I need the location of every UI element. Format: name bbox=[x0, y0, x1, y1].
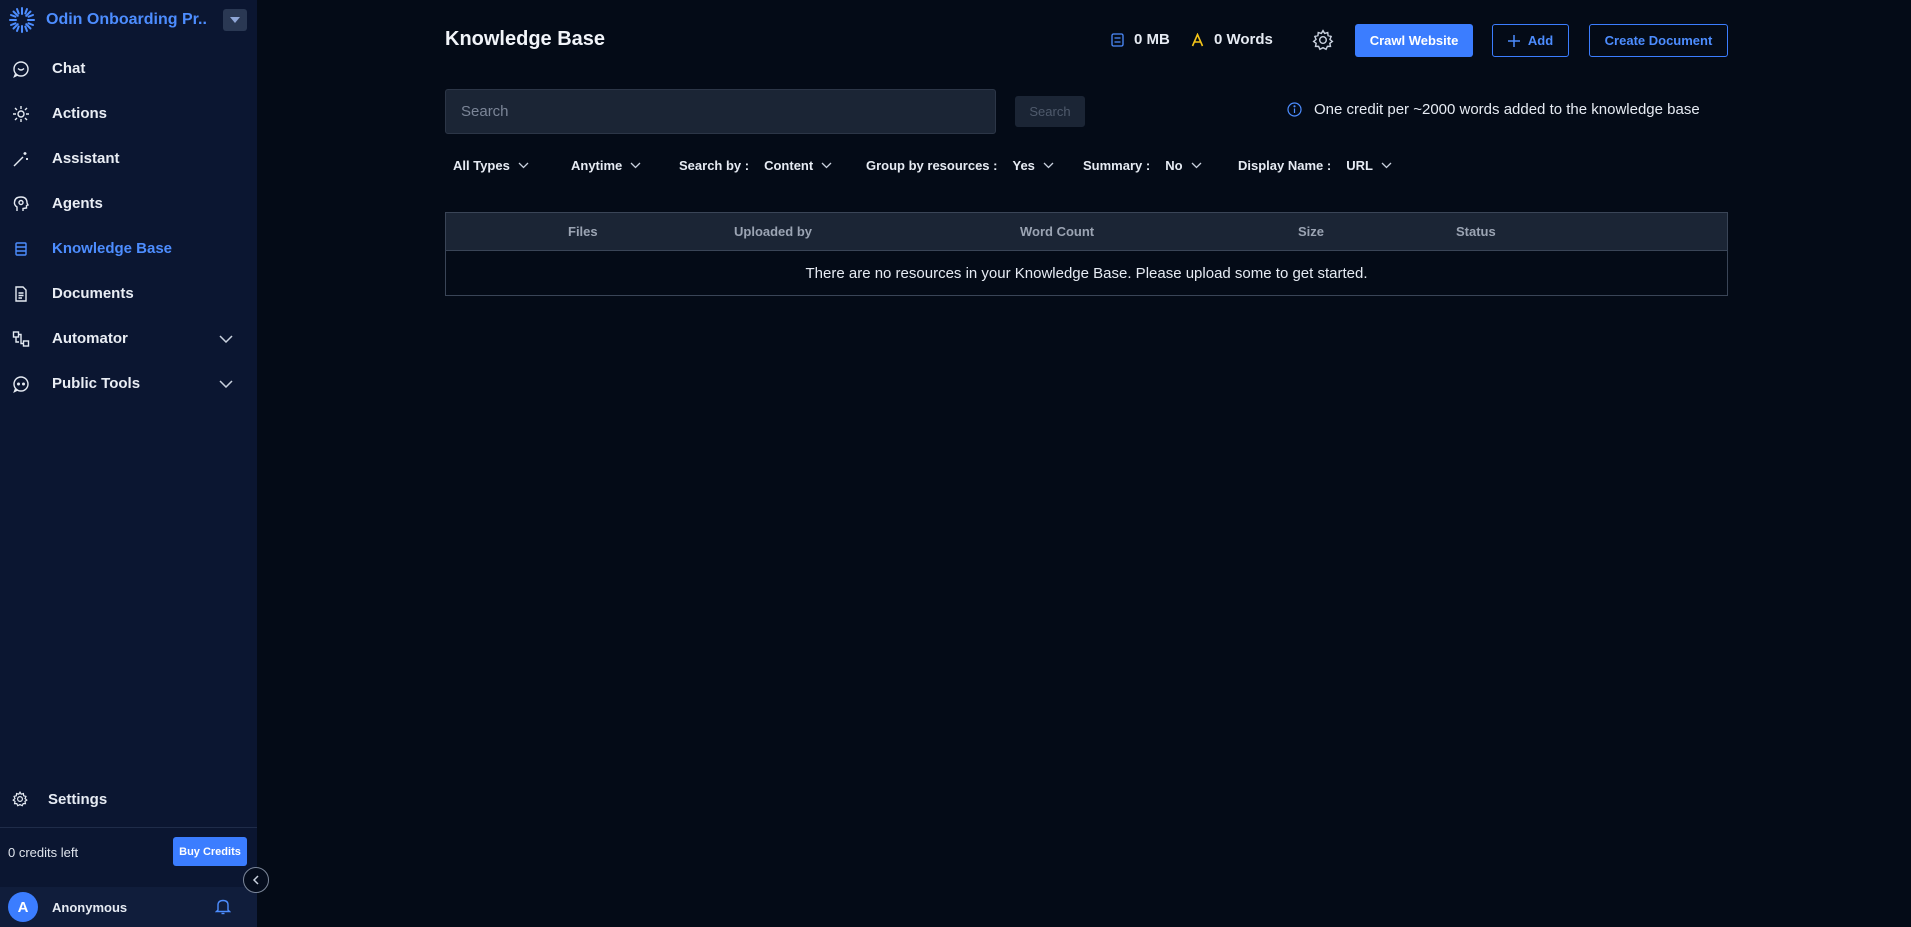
bot-icon bbox=[12, 375, 30, 393]
search-button[interactable]: Search bbox=[1015, 96, 1085, 127]
sidebar: Odin Onboarding Pr... Chat Actions Assis… bbox=[0, 0, 257, 927]
main-content: Knowledge Base 0 MB 0 Words Crawl Websit… bbox=[257, 0, 1911, 927]
magic-wand-icon bbox=[12, 150, 30, 168]
table-empty-message: There are no resources in your Knowledge… bbox=[805, 264, 1368, 282]
workflow-icon bbox=[12, 330, 30, 348]
letter-a-icon bbox=[1191, 32, 1204, 47]
column-header-word-count[interactable]: Word Count bbox=[1020, 224, 1094, 239]
sidebar-item-automator[interactable]: Automator bbox=[0, 316, 257, 361]
avatar[interactable]: A bbox=[8, 892, 38, 922]
summary-value: No bbox=[1165, 158, 1183, 173]
chevron-down-icon bbox=[821, 162, 832, 169]
credit-info: One credit per ~2000 words added to the … bbox=[1287, 101, 1700, 118]
resources-table: Files Uploaded by Word Count Size Status… bbox=[445, 212, 1728, 296]
sidebar-item-agents[interactable]: Agents bbox=[0, 181, 257, 226]
collapse-sidebar-button[interactable] bbox=[243, 867, 269, 893]
display-name-dropdown[interactable]: Display Name : URL bbox=[1238, 158, 1392, 173]
search-by-dropdown[interactable]: Search by : Content bbox=[679, 158, 832, 173]
group-by-value: Yes bbox=[1012, 158, 1035, 173]
sidebar-item-public-tools[interactable]: Public Tools bbox=[0, 361, 257, 406]
column-header-uploaded-by[interactable]: Uploaded by bbox=[734, 224, 812, 239]
type-filter-value: All Types bbox=[453, 158, 510, 173]
chevron-down-icon bbox=[1381, 162, 1392, 169]
sidebar-divider bbox=[0, 827, 257, 828]
workspace-dropdown-button[interactable] bbox=[223, 9, 247, 31]
agent-head-icon bbox=[12, 195, 30, 213]
time-filter-value: Anytime bbox=[571, 158, 623, 173]
chevron-down-icon bbox=[1191, 162, 1202, 169]
document-icon bbox=[12, 285, 30, 303]
chevron-down-icon bbox=[1043, 162, 1054, 169]
group-by-dropdown[interactable]: Group by resources : Yes bbox=[866, 158, 1054, 173]
display-name-value: URL bbox=[1346, 158, 1373, 173]
database-icon bbox=[12, 240, 30, 258]
sidebar-item-label: Actions bbox=[52, 105, 108, 122]
column-header-status[interactable]: Status bbox=[1456, 224, 1496, 239]
sidebar-item-label: Knowledge Base bbox=[52, 240, 173, 257]
summary-dropdown[interactable]: Summary : No bbox=[1083, 158, 1202, 173]
sidebar-item-documents[interactable]: Documents bbox=[0, 271, 257, 316]
create-document-button[interactable]: Create Document bbox=[1589, 24, 1728, 57]
storage-icon bbox=[1111, 32, 1124, 47]
user-name: Anonymous bbox=[52, 899, 128, 915]
chat-icon bbox=[12, 60, 30, 78]
sidebar-nav: Chat Actions Assistant Agents Knowledge … bbox=[0, 46, 257, 406]
settings-label: Settings bbox=[48, 790, 108, 808]
crawl-website-button[interactable]: Crawl Website bbox=[1355, 24, 1473, 57]
sidebar-item-label: Chat bbox=[52, 60, 86, 77]
sidebar-item-label: Assistant bbox=[52, 150, 120, 167]
workspace-switcher[interactable]: Odin Onboarding Pr... bbox=[0, 0, 257, 40]
chevron-left-icon bbox=[252, 875, 259, 885]
user-profile-bar[interactable]: A Anonymous bbox=[0, 887, 257, 927]
table-header: Files Uploaded by Word Count Size Status bbox=[446, 213, 1727, 251]
search-by-label: Search by : bbox=[679, 158, 750, 173]
chevron-down-icon bbox=[630, 162, 641, 169]
gear-icon bbox=[12, 791, 28, 807]
sidebar-item-assistant[interactable]: Assistant bbox=[0, 136, 257, 181]
plus-icon bbox=[1507, 34, 1520, 47]
sidebar-item-label: Automator bbox=[52, 330, 128, 347]
sidebar-item-label: Agents bbox=[52, 195, 103, 212]
caret-down-icon bbox=[230, 17, 240, 23]
summary-label: Summary : bbox=[1083, 158, 1151, 173]
chevron-down-icon[interactable] bbox=[219, 330, 233, 347]
knowledge-settings-gear-icon[interactable] bbox=[1312, 29, 1334, 56]
display-name-label: Display Name : bbox=[1238, 158, 1332, 173]
column-header-files[interactable]: Files bbox=[568, 224, 598, 239]
sidebar-item-label: Public Tools bbox=[52, 375, 141, 392]
workspace-name: Odin Onboarding Pr... bbox=[46, 11, 206, 28]
credits-left-text: 0 credits left bbox=[8, 844, 79, 860]
add-button[interactable]: Add bbox=[1492, 24, 1569, 57]
credits-panel: 0 credits left Buy Credits bbox=[0, 837, 257, 867]
add-button-label: Add bbox=[1527, 33, 1554, 48]
search-by-value: Content bbox=[764, 158, 814, 173]
time-filter-dropdown[interactable]: Anytime bbox=[571, 158, 641, 173]
actions-icon bbox=[12, 105, 30, 123]
column-header-size[interactable]: Size bbox=[1298, 224, 1324, 239]
sidebar-item-chat[interactable]: Chat bbox=[0, 46, 257, 91]
storage-value: 0 MB bbox=[1134, 31, 1170, 48]
chevron-down-icon[interactable] bbox=[219, 375, 233, 392]
type-filter-dropdown[interactable]: All Types bbox=[453, 158, 529, 173]
search-input[interactable] bbox=[445, 89, 996, 134]
storage-stat: 0 MB bbox=[1111, 31, 1170, 48]
sidebar-item-settings[interactable]: Settings bbox=[0, 780, 257, 818]
sidebar-item-label: Documents bbox=[52, 285, 134, 302]
sidebar-item-actions[interactable]: Actions bbox=[0, 91, 257, 136]
group-by-label: Group by resources : bbox=[866, 158, 998, 173]
words-value: 0 Words bbox=[1214, 31, 1273, 48]
buy-credits-button[interactable]: Buy Credits bbox=[173, 837, 247, 866]
bell-icon[interactable] bbox=[214, 898, 232, 920]
info-icon bbox=[1287, 102, 1302, 117]
chevron-down-icon bbox=[518, 162, 529, 169]
page-title: Knowledge Base bbox=[445, 28, 606, 50]
credit-info-text: One credit per ~2000 words added to the … bbox=[1314, 101, 1700, 118]
sidebar-item-knowledge-base[interactable]: Knowledge Base bbox=[0, 226, 257, 271]
app-root: Odin Onboarding Pr... Chat Actions Assis… bbox=[0, 0, 1911, 927]
workspace-logo-icon bbox=[8, 6, 36, 34]
words-stat: 0 Words bbox=[1191, 31, 1273, 48]
